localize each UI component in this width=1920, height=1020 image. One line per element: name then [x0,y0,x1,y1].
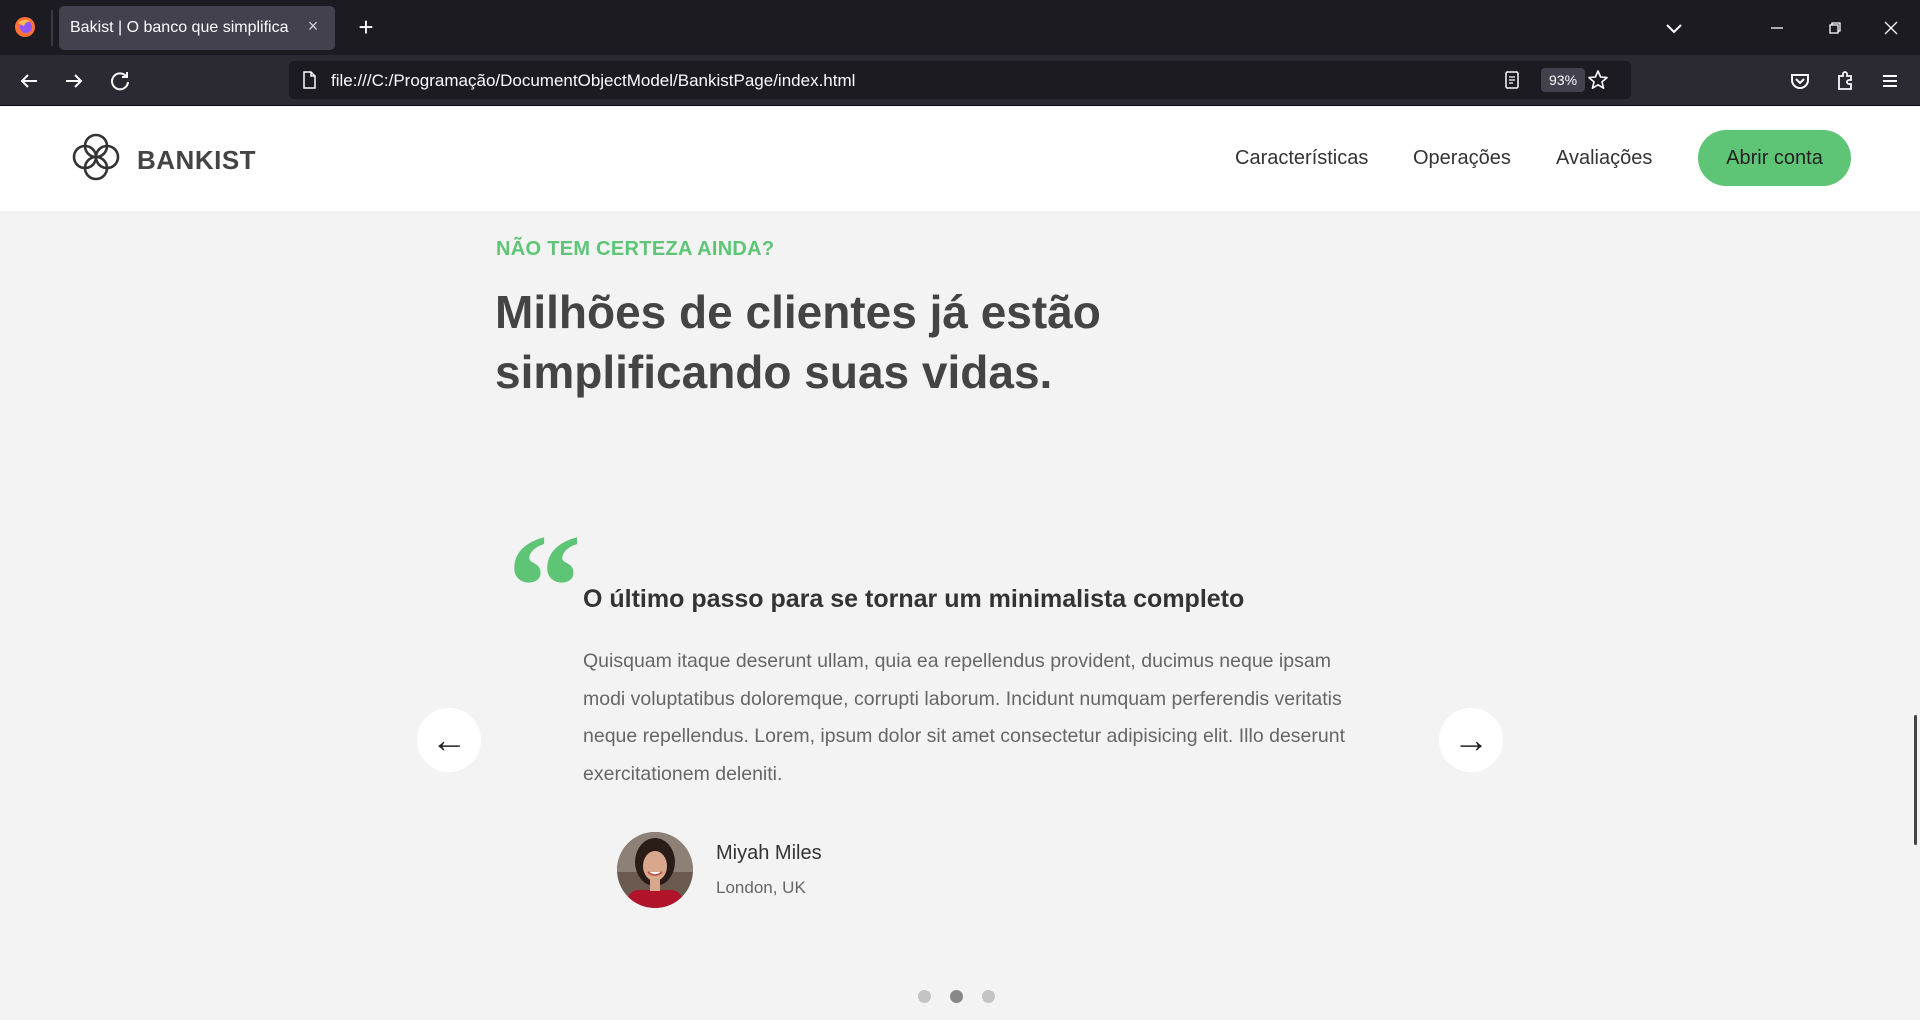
slider-next-button[interactable]: → [1439,708,1503,772]
forward-arrow-icon[interactable] [60,67,88,95]
browser-tab[interactable]: Bakist | O banco que simplifica × [59,6,335,50]
pocket-icon[interactable] [1786,67,1814,95]
section-label: NÃO TEM CERTEZA AINDA? [496,238,775,260]
slider-dot-2-active[interactable] [950,990,963,1003]
hamburger-menu-icon[interactable] [1876,67,1904,95]
chevron-down-icon[interactable] [1660,14,1688,42]
slider-dot-3[interactable] [982,990,995,1003]
tab-separator [51,10,53,46]
site-header: BANKIST Características Operações Avalia… [0,107,1920,211]
address-bar[interactable]: file:///C:/Programação/DocumentObjectMod… [289,61,1631,99]
browser-tab-bar: Bakist | O banco que simplifica × + [0,0,1920,55]
new-tab-button[interactable]: + [351,12,381,42]
back-arrow-icon[interactable] [15,67,43,95]
firefox-icon[interactable] [14,16,36,38]
restore-icon[interactable] [1820,13,1850,43]
open-account-button[interactable]: Abrir conta [1698,130,1851,186]
slider-dot-1[interactable] [918,990,931,1003]
page-icon [303,71,316,89]
testimonial-heading: O último passo para se tornar um minimal… [583,585,1245,613]
url-text[interactable]: file:///C:/Programação/DocumentObjectMod… [331,71,855,91]
zoom-level-badge[interactable]: 93% [1541,68,1586,92]
scrollbar-thumb[interactable] [1914,715,1917,845]
reader-view-icon[interactable] [1502,70,1522,90]
author-avatar [617,832,693,908]
testimonial-text: Quisquam itaque deserunt ullam, quia ea … [583,650,1345,785]
nav-link-operacoes[interactable]: Operações [1413,147,1511,170]
minimize-icon[interactable] [1762,13,1792,43]
author-name: Miyah Miles [716,842,822,864]
close-window-icon[interactable] [1876,13,1906,43]
page-viewport: BANKIST Características Operações Avalia… [0,107,1920,1020]
bankist-logo-icon[interactable] [68,129,124,185]
bookmark-star-icon[interactable] [1587,69,1609,91]
author-location: London, UK [716,878,806,897]
browser-toolbar: file:///C:/Programação/DocumentObjectMod… [0,55,1920,106]
nav-link-caracteristicas[interactable]: Características [1235,147,1368,170]
section-title: Milhões de clientes já estão simplifican… [495,286,1101,398]
quote-mark-icon: “ [507,504,582,670]
extensions-icon[interactable] [1831,67,1859,95]
slider-prev-button[interactable]: ← [417,708,481,772]
nav-link-avaliacoes[interactable]: Avaliações [1556,147,1652,170]
tab-title: Bakist | O banco que simplifica [70,19,289,36]
logo-text[interactable]: BANKIST [137,145,256,176]
reload-icon[interactable] [106,67,134,95]
tab-close-icon[interactable]: × [303,16,323,36]
